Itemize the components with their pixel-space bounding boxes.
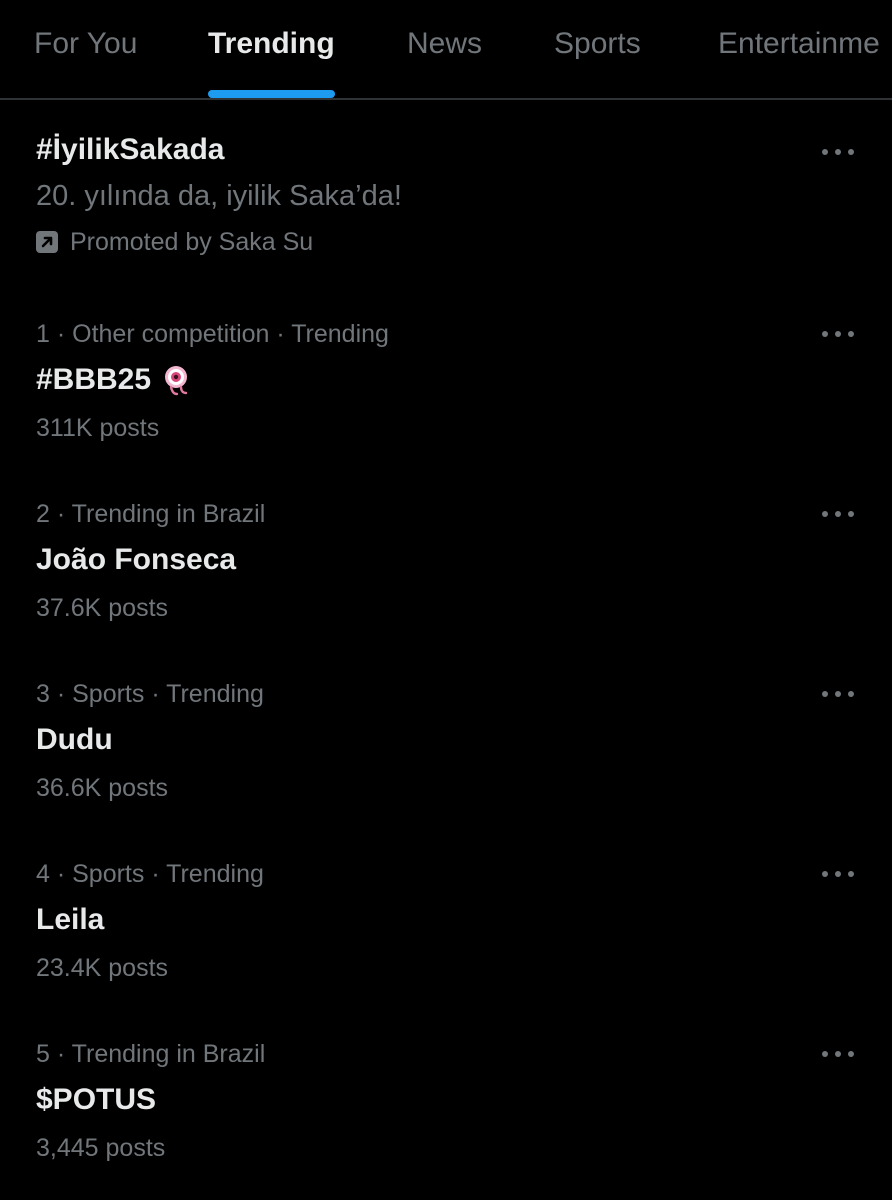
tab-label: Trending (208, 27, 335, 60)
more-options-icon[interactable] (822, 678, 854, 710)
trend-post-count: 3,445 posts (36, 1134, 166, 1162)
trend-item[interactable]: 4 · Sports · Trending Leila 23.4K posts (0, 858, 892, 998)
trend-item[interactable]: 2 · Trending in Brazil João Fonseca 37.6… (0, 498, 892, 638)
trend-context: 4 · Sports · Trending (36, 860, 264, 888)
bbb-eye-icon (165, 366, 188, 396)
tab-label: Entertainme (718, 27, 880, 60)
more-options-icon[interactable] (822, 318, 854, 350)
more-options-icon[interactable] (822, 858, 854, 890)
promoted-label: Promoted by Saka Su (36, 226, 313, 258)
trend-name: #BBB25 (36, 362, 193, 398)
tab-for-you[interactable]: For You (34, 0, 137, 98)
trend-title: João Fonseca (36, 543, 237, 576)
trend-context: 1 · Other competition · Trending (36, 320, 389, 348)
trend-post-count: 311K posts (36, 414, 160, 442)
tab-label: For You (34, 27, 138, 60)
trend-post-count: 37.6K posts (36, 594, 169, 622)
more-options-icon[interactable] (822, 498, 854, 530)
tab-entertainment[interactable]: Entertainme (718, 0, 880, 98)
active-tab-indicator (208, 90, 335, 98)
trend-post-count: 36.6K posts (36, 774, 169, 802)
trend-context: 3 · Sports · Trending (36, 680, 264, 708)
trend-item[interactable]: 3 · Sports · Trending Dudu 36.6K posts (0, 678, 892, 818)
more-options-icon[interactable] (822, 136, 854, 168)
trend-item[interactable]: 5 · Trending in Brazil $POTUS 3,445 post… (0, 1038, 892, 1178)
tab-label: News (407, 27, 483, 60)
trend-title: Dudu (36, 723, 113, 756)
trend-context: 2 · Trending in Brazil (36, 500, 266, 528)
promoted-arrow-icon (36, 231, 58, 253)
trend-context: 5 · Trending in Brazil (36, 1040, 266, 1068)
more-options-icon[interactable] (822, 1038, 854, 1070)
trend-post-count: 23.4K posts (36, 954, 169, 982)
trend-item[interactable]: 1 · Other competition · Trending #BBB25 … (0, 318, 892, 458)
trend-title: $POTUS (36, 1083, 157, 1116)
promoted-trend-title: #İyilikSakada (36, 133, 225, 166)
tab-label: Sports (554, 27, 641, 60)
tab-trending[interactable]: Trending (208, 0, 335, 98)
explore-tab-bar: For You Trending News Sports Entertainme (0, 0, 892, 100)
promoted-trend-subtitle: 20. yılında da, iyilik Saka’da! (36, 180, 402, 212)
trend-title: Leila (36, 903, 105, 936)
promoted-trend-item[interactable]: #İyilikSakada 20. yılında da, iyilik Sak… (0, 132, 892, 272)
tab-news[interactable]: News (407, 0, 482, 98)
trend-title: #BBB25 (36, 363, 152, 396)
tab-sports[interactable]: Sports (554, 0, 641, 98)
promoted-by-text: Promoted by Saka Su (70, 228, 314, 256)
